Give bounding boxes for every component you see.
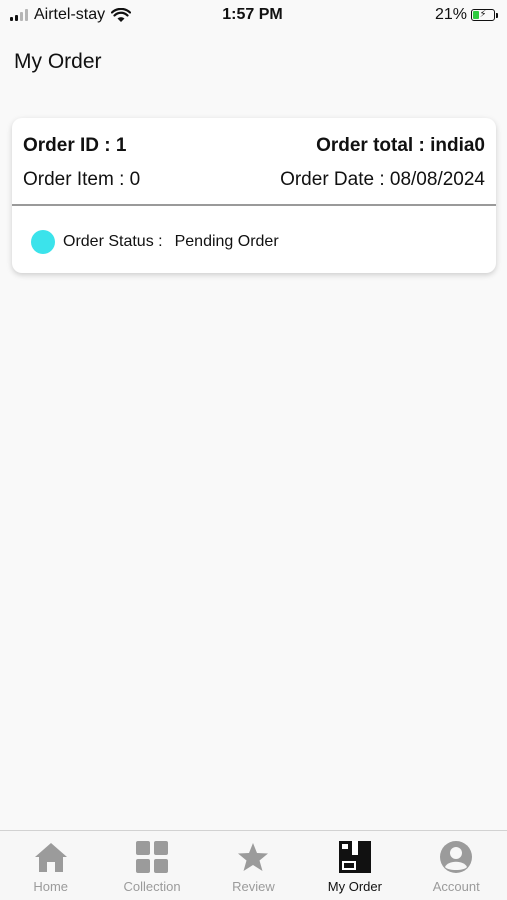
status-indicator-dot — [31, 230, 55, 254]
nav-label-review: Review — [232, 879, 275, 894]
star-icon — [235, 839, 271, 875]
battery-percent: 21% — [434, 6, 467, 23]
order-box-icon — [337, 839, 373, 875]
nav-label-account: Account — [432, 879, 480, 894]
account-icon — [438, 839, 474, 875]
home-icon — [33, 839, 69, 875]
order-card[interactable]: Order ID : 1 Order total : india0 Order … — [12, 118, 496, 273]
charging-bolt-icon: ⚡ — [479, 9, 487, 20]
page-title: My Order — [14, 50, 102, 73]
order-item-count: Order Item : 0 — [23, 169, 141, 190]
order-id: Order ID : 1 — [23, 135, 127, 156]
signal-icon — [10, 9, 28, 21]
order-status-row: Order Status : Pending Order — [12, 206, 496, 254]
status-bar: Airtel-stay 1:57 PM 21% ⚡ — [0, 0, 507, 30]
screen: Airtel-stay 1:57 PM 21% ⚡ My Order Order… — [0, 0, 507, 900]
order-card-row-top: Order ID : 1 Order total : india0 — [12, 118, 496, 162]
nav-label-home: Home — [33, 879, 69, 894]
nav-item-account[interactable]: Account — [406, 839, 506, 894]
order-status-label: Order Status : — [63, 233, 163, 250]
grid-icon — [134, 839, 170, 875]
nav-item-my-order[interactable]: My Order — [305, 839, 405, 894]
carrier-name: Airtel-stay — [34, 6, 106, 23]
order-total: Order total : india0 — [316, 135, 485, 156]
nav-item-home[interactable]: Home — [1, 839, 101, 894]
wifi-icon — [111, 7, 132, 22]
order-card-row-middle: Order Item : 0 Order Date : 08/08/2024 — [12, 162, 496, 198]
nav-label-collection: Collection — [123, 879, 181, 894]
battery-icon: ⚡ — [471, 9, 498, 21]
nav-item-review[interactable]: Review — [203, 839, 303, 894]
status-time: 1:57 PM — [222, 6, 283, 23]
order-date: Order Date : 08/08/2024 — [280, 169, 485, 190]
nav-item-collection[interactable]: Collection — [102, 839, 202, 894]
status-right: 21% ⚡ — [325, 6, 498, 24]
nav-label-my-order: My Order — [327, 879, 382, 894]
order-status-value: Pending Order — [174, 233, 279, 250]
bottom-nav: Home Collection Review My Order Account — [0, 830, 507, 900]
status-left: Airtel-stay — [10, 6, 180, 24]
